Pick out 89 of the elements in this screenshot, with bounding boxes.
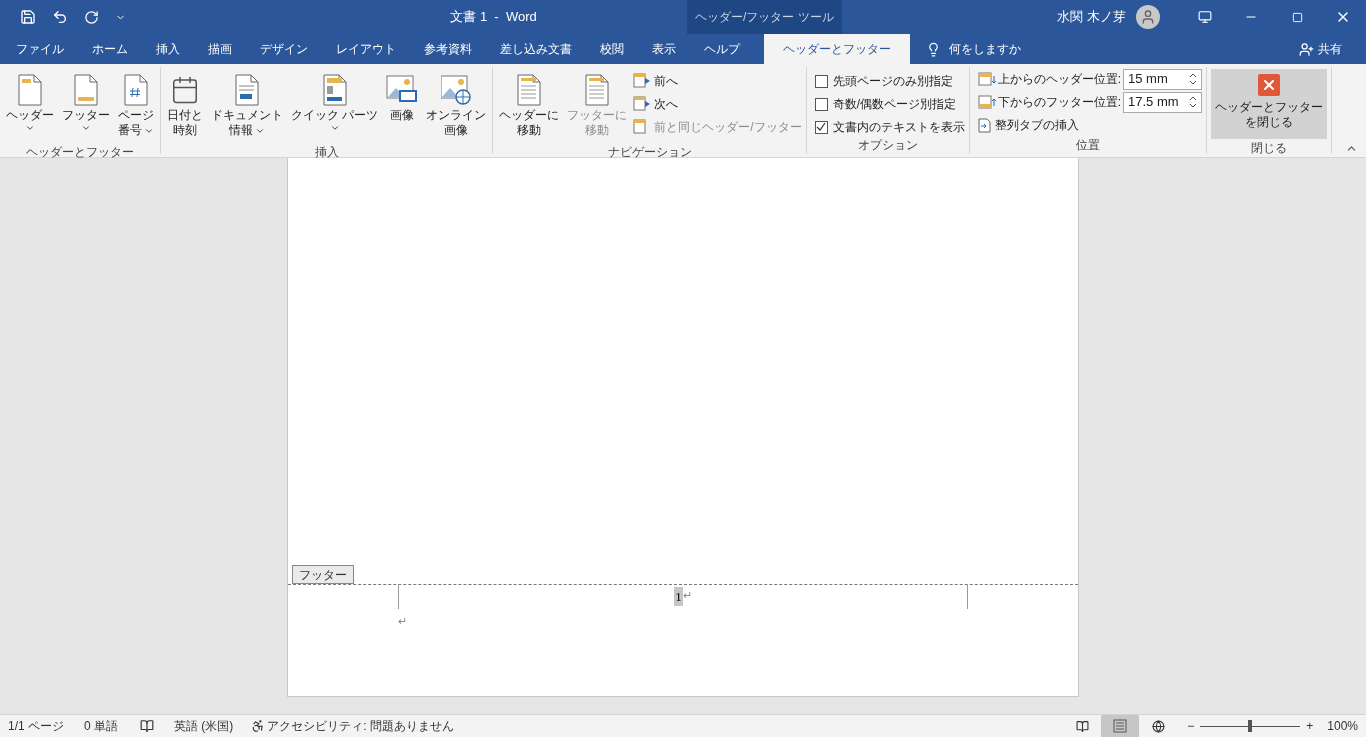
page-count[interactable]: 1/1 ページ — [8, 717, 64, 735]
spin-field[interactable]: 15 mm — [1123, 68, 1203, 90]
spin-arrows-icon — [1189, 95, 1198, 109]
ribbon-tab[interactable]: 校閲 — [586, 34, 638, 64]
ribbon-button[interactable]: ヘッダーに 移動 — [497, 69, 562, 143]
ribbon-button[interactable]: 整列タブの挿入 — [977, 115, 1203, 135]
ribbon-tab[interactable]: デザイン — [246, 34, 322, 64]
checkbox[interactable] — [814, 97, 828, 111]
book-icon — [1075, 719, 1089, 733]
group-label: 挿入 — [314, 144, 339, 161]
ribbon-button[interactable]: ページ 番号 — [116, 69, 156, 143]
ribbon-tab[interactable]: ヘッダーとフッター — [764, 34, 910, 64]
user-name: 水関 木ノ芽 — [1057, 8, 1126, 27]
word-count[interactable]: 0 単語 — [84, 717, 119, 735]
document-info-icon — [234, 74, 260, 106]
group-label: ナビゲーション — [607, 144, 692, 161]
footer-page-icon — [73, 74, 99, 106]
online-picture-icon — [441, 75, 472, 105]
footer-tag: フッター — [292, 565, 354, 584]
ribbon-tab[interactable]: 参考資料 — [410, 34, 486, 64]
tab-insert-icon — [977, 117, 991, 133]
context-tab-label: ヘッダー/フッター ツール — [687, 0, 842, 34]
zoom-in-button[interactable]: + — [1306, 717, 1314, 735]
ribbon-tab[interactable]: ファイル — [2, 34, 78, 64]
tell-me-field[interactable]: 何をしますか — [949, 40, 1021, 58]
add-person-icon — [1299, 41, 1314, 57]
ribbon-button[interactable]: ドキュメント 情報 — [209, 69, 285, 143]
checkbox[interactable] — [814, 120, 828, 134]
accessibility-status[interactable]: アクセシビリティ: 問題ありません — [267, 717, 455, 735]
page-lines-icon — [1113, 719, 1128, 733]
zoom-percent[interactable]: 100% — [1327, 717, 1358, 735]
header-page-icon — [17, 74, 43, 106]
group-label: ヘッダーとフッター — [26, 144, 134, 161]
caret-icon — [81, 123, 91, 133]
group-label: 閉じる — [1251, 140, 1288, 157]
next-section-icon — [633, 96, 652, 112]
footer-position-icon — [977, 95, 996, 109]
undo-icon[interactable] — [52, 9, 68, 25]
checkbox-label: 先頭ページのみ別指定 — [832, 73, 953, 90]
share-button[interactable]: 共有 — [1299, 34, 1342, 64]
ribbon-tab[interactable]: ヘルプ — [690, 34, 754, 64]
proofing-icon[interactable] — [140, 719, 155, 733]
zoom-out-button[interactable]: − — [1187, 717, 1195, 735]
close-header-footer-button[interactable]: ヘッダーとフッター を閉じる — [1211, 69, 1328, 139]
go-to-header-icon — [516, 74, 543, 106]
ribbon-button[interactable]: オンライン 画像 — [424, 69, 489, 143]
group-label: オプション — [857, 137, 918, 154]
field-label: 上からのヘッダー位置: — [997, 71, 1122, 88]
ribbon-button[interactable]: 次へ — [633, 94, 802, 114]
field-label: 下からのフッター位置: — [997, 94, 1122, 111]
ribbon-button[interactable]: 前へ — [633, 71, 802, 91]
zoom-slider-thumb[interactable] — [1248, 720, 1253, 732]
ribbon-button[interactable]: ヘッダー — [4, 69, 56, 143]
globe-icon — [1151, 719, 1165, 733]
ribbon-tab[interactable]: 差し込み文書 — [486, 34, 586, 64]
spin-field[interactable]: 17.5 mm — [1123, 91, 1203, 113]
ribbon-button[interactable]: 画像 — [384, 69, 421, 143]
ribbon-button[interactable]: フッター — [60, 69, 112, 143]
ribbon-button[interactable]: 日付と 時刻 — [165, 69, 205, 143]
checkbox-label: 文書内のテキストを表示 — [832, 119, 965, 136]
paragraph-mark: ↵ — [682, 587, 692, 603]
ribbon-tab[interactable]: 挿入 — [142, 34, 194, 64]
paragraph-mark: ↵ — [398, 615, 407, 627]
redo-icon[interactable] — [84, 9, 99, 25]
ribbon-tab[interactable]: レイアウト — [322, 34, 410, 64]
quick-parts-icon — [321, 74, 348, 106]
accessibility-icon — [251, 719, 266, 733]
save-icon[interactable] — [20, 9, 36, 25]
go-to-footer-icon — [584, 74, 611, 106]
avatar[interactable] — [1136, 5, 1160, 29]
ribbon-button[interactable]: クイック パーツ — [289, 69, 381, 143]
caret-icon — [329, 123, 340, 133]
checkbox-label: 奇数/偶数ページ別指定 — [832, 96, 957, 113]
checkbox[interactable] — [814, 74, 828, 88]
caret-icon — [25, 123, 35, 133]
page-number: 1 — [674, 586, 683, 607]
page-number-icon — [123, 74, 149, 106]
language[interactable]: 英語 (米国) — [174, 717, 234, 735]
header-position-icon — [977, 72, 996, 86]
ribbon-tab[interactable]: 描画 — [194, 34, 246, 64]
zoom-slider[interactable] — [1200, 719, 1301, 733]
group-label: 位置 — [1075, 137, 1100, 154]
window-title: 文書 1 - Word — [450, 8, 537, 27]
lightbulb-icon — [926, 41, 941, 57]
ribbon-tab[interactable]: 表示 — [638, 34, 690, 64]
close-icon — [1258, 74, 1281, 96]
previous-section-icon — [633, 73, 652, 89]
ribbon-tab[interactable]: ホーム — [78, 34, 142, 64]
spin-arrows-icon — [1189, 72, 1198, 86]
